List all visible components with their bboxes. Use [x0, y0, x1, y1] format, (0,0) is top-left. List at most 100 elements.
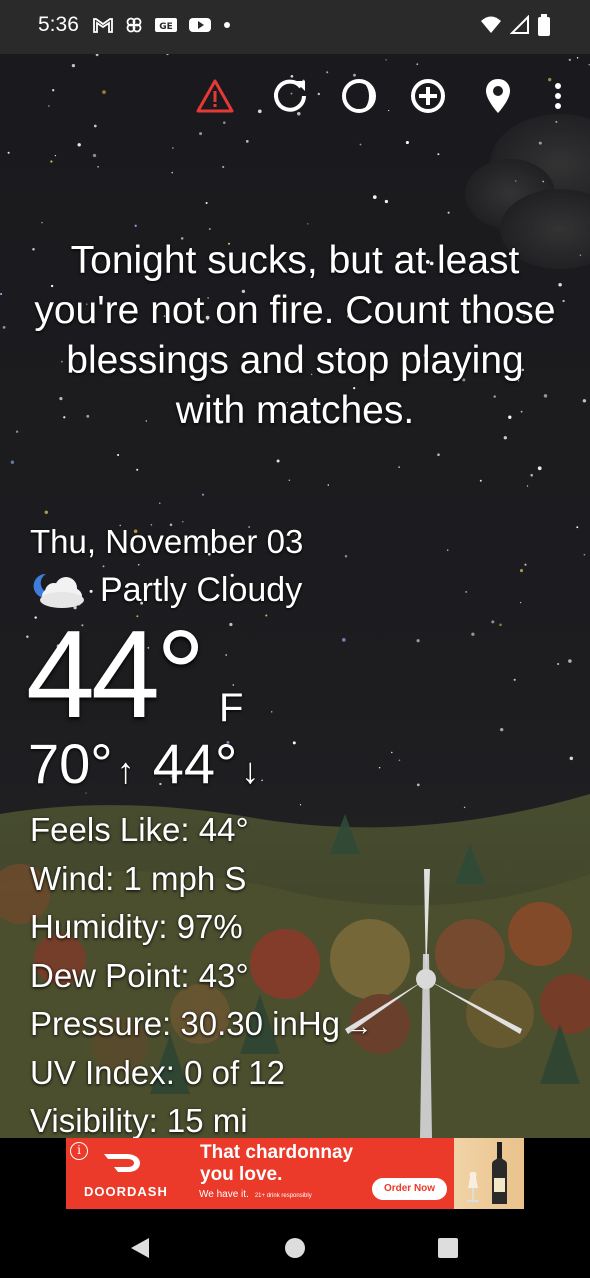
star [537, 466, 542, 471]
star [199, 132, 203, 136]
svg-text:GE: GE [159, 22, 173, 32]
star [524, 563, 527, 566]
star [447, 211, 450, 214]
alert-button[interactable] [193, 74, 237, 118]
location-button[interactable] [476, 74, 520, 118]
star [171, 171, 173, 174]
star [388, 109, 390, 112]
star [54, 154, 57, 157]
refresh-icon [274, 79, 306, 112]
star [568, 659, 572, 663]
star [579, 254, 582, 256]
home-icon [285, 1238, 305, 1258]
star [569, 756, 574, 761]
dot-icon [224, 22, 230, 28]
status-bar: 5:36 GE [0, 0, 590, 54]
add-location-button[interactable] [406, 74, 450, 118]
star [44, 510, 48, 514]
ad-brand: DOORDASH [84, 1184, 168, 1199]
high-temperature: 70° [28, 732, 113, 795]
condition-text: Partly Cloudy [100, 570, 303, 609]
wine-bottle-icon [467, 1142, 507, 1204]
ad-headline: That chardonnay you love. [200, 1142, 354, 1185]
star [0, 292, 3, 296]
star [405, 140, 409, 145]
star [2, 326, 6, 329]
star [41, 221, 43, 224]
home-button[interactable] [279, 1232, 311, 1264]
back-button[interactable] [124, 1232, 156, 1264]
star [48, 105, 50, 107]
ge-icon: GE [155, 18, 177, 32]
recents-button[interactable] [432, 1232, 464, 1264]
doordash-logo-icon [104, 1154, 140, 1172]
star [515, 180, 517, 182]
star [292, 741, 296, 745]
refresh-button[interactable] [268, 74, 312, 118]
star [326, 71, 329, 74]
ad-disclaimer: 21+ drink responsibly [254, 1193, 312, 1199]
star [166, 54, 169, 56]
ad-subtext: We have it. 21+ drink responsibly [199, 1189, 312, 1200]
ad-bar: i DOORDASH That chardonnay you love. We … [0, 1138, 590, 1218]
add-location-icon [411, 79, 445, 113]
more-options-button[interactable] [536, 74, 580, 118]
star [471, 632, 475, 636]
star [159, 502, 161, 504]
star [519, 601, 522, 604]
star [378, 766, 381, 769]
star [245, 140, 249, 143]
star [491, 620, 495, 624]
star [257, 109, 262, 114]
star [503, 436, 507, 440]
star [555, 120, 558, 123]
pressure-trend-icon: → [346, 1011, 373, 1041]
star [542, 180, 545, 183]
weather-scene: Tonight sucks, but at least you're not o… [0, 54, 590, 1138]
star [7, 151, 10, 154]
navigation-bar [0, 1218, 590, 1278]
alert-icon [196, 79, 234, 113]
pressure: Pressure: 30.30 inHg [30, 1005, 341, 1042]
star [582, 399, 587, 403]
star [10, 460, 15, 464]
status-time: 5:36 [38, 13, 79, 36]
star [223, 121, 226, 124]
dew-point: Dew Point: 43° [30, 956, 249, 994]
star [538, 141, 542, 145]
star [384, 199, 389, 204]
star [479, 479, 482, 482]
more-vert-icon [555, 83, 561, 109]
recents-icon [438, 1238, 458, 1258]
forecast-quote: Tonight sucks, but at least you're not o… [34, 239, 556, 432]
star [71, 63, 76, 68]
star [519, 569, 524, 573]
star [137, 563, 140, 566]
ad-order-now-button[interactable]: Order Now [372, 1178, 447, 1200]
star [398, 466, 400, 468]
star [77, 143, 81, 147]
moon-phase-button[interactable] [337, 74, 381, 118]
high-low-row: 70° ↑ 44° ↓ [28, 734, 277, 801]
star [359, 143, 362, 146]
star [92, 153, 97, 158]
ad-banner[interactable]: i DOORDASH That chardonnay you love. We … [66, 1138, 524, 1209]
star [102, 565, 105, 568]
star [530, 473, 533, 477]
star [391, 751, 393, 754]
star [562, 299, 565, 303]
star [50, 160, 53, 163]
ad-info-icon[interactable]: i [70, 1142, 88, 1160]
humidity: Humidity: 97% [30, 908, 243, 945]
pressure-row: Pressure: 30.30 inHg → [30, 1000, 372, 1049]
star [265, 614, 268, 617]
star [327, 484, 330, 486]
star [288, 479, 291, 481]
star [372, 195, 377, 199]
star [229, 622, 233, 627]
star [513, 678, 516, 681]
star [385, 59, 387, 61]
star [97, 165, 99, 168]
star [93, 124, 97, 128]
star [416, 63, 419, 66]
